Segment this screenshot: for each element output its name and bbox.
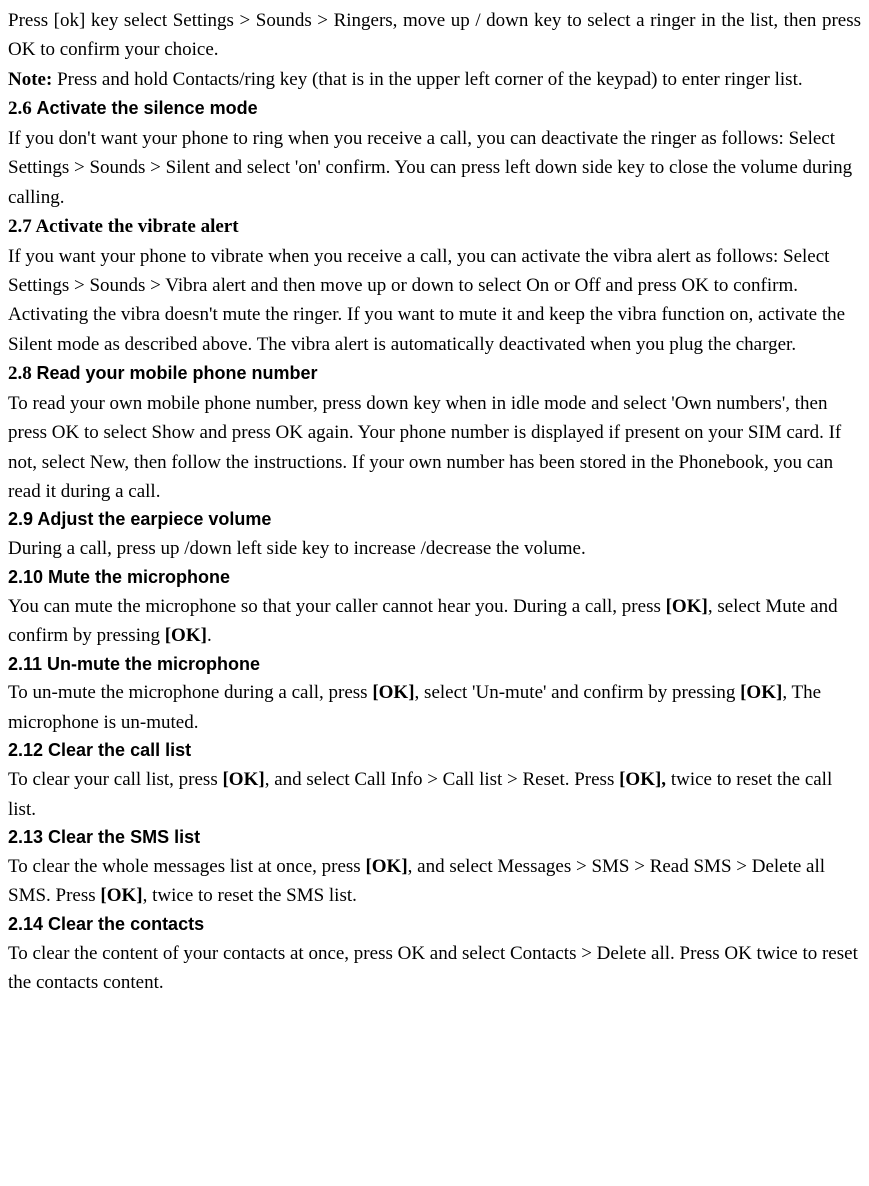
text: , and select Call Info > Call list > Res… bbox=[265, 769, 619, 790]
text: , select 'Un-mute' and confirm by pressi… bbox=[415, 682, 741, 703]
heading-2-13: 2.13 Clear the SMS list bbox=[8, 824, 861, 852]
paragraph-earpiece: During a call, press up /down left side … bbox=[8, 534, 861, 563]
text: To un-mute the microphone during a call,… bbox=[8, 682, 372, 703]
paragraph-ringers: Press [ok] key select Settings > Sounds … bbox=[8, 6, 861, 65]
text: To clear your call list, press bbox=[8, 769, 222, 790]
heading-2-12: 2.12 Clear the call list bbox=[8, 737, 861, 765]
ok-key: [OK] bbox=[740, 682, 782, 703]
ok-key: [OK] bbox=[222, 769, 264, 790]
ok-key: [OK] bbox=[365, 856, 407, 877]
heading-2-11: 2.11 Un-mute the microphone bbox=[8, 651, 861, 679]
ok-key: [OK] bbox=[666, 596, 708, 617]
paragraph-note: Note: Press and hold Contacts/ring key (… bbox=[8, 65, 861, 94]
ok-key: [OK] bbox=[100, 885, 142, 906]
heading-title: Read your mobile phone number bbox=[37, 363, 318, 383]
heading-num: 2.6 bbox=[8, 98, 37, 119]
note-label: Note: bbox=[8, 69, 52, 90]
paragraph-mute: You can mute the microphone so that your… bbox=[8, 592, 861, 651]
paragraph-clear-sms: To clear the whole messages list at once… bbox=[8, 852, 861, 911]
ok-key: [OK] bbox=[165, 625, 207, 646]
note-text: Press and hold Contacts/ring key (that i… bbox=[52, 69, 802, 90]
paragraph-vibrate-1: If you want your phone to vibrate when y… bbox=[8, 242, 861, 301]
ok-key: [OK], bbox=[619, 769, 666, 790]
heading-2-8: 2.8 Read your mobile phone number bbox=[8, 359, 861, 388]
heading-2-7: 2.7 Activate the vibrate alert bbox=[8, 212, 861, 241]
heading-2-14: 2.14 Clear the contacts bbox=[8, 911, 861, 939]
paragraph-clear-call: To clear your call list, press [OK], and… bbox=[8, 765, 861, 824]
paragraph-vibrate-2: Activating the vibra doesn't mute the ri… bbox=[8, 300, 861, 359]
paragraph-clear-contacts: To clear the content of your contacts at… bbox=[8, 939, 861, 998]
heading-num: 2.8 bbox=[8, 363, 37, 384]
text: . bbox=[207, 625, 212, 646]
heading-2-6: 2.6 Activate the silence mode bbox=[8, 94, 861, 123]
paragraph-silence: If you don't want your phone to ring whe… bbox=[8, 124, 861, 212]
text: , twice to reset the SMS list. bbox=[143, 885, 357, 906]
text: You can mute the microphone so that your… bbox=[8, 596, 666, 617]
ok-key: [OK] bbox=[372, 682, 414, 703]
heading-2-10: 2.10 Mute the microphone bbox=[8, 564, 861, 592]
text: To clear the whole messages list at once… bbox=[8, 856, 365, 877]
heading-title: Activate the silence mode bbox=[37, 98, 258, 118]
paragraph-own-number: To read your own mobile phone number, pr… bbox=[8, 389, 861, 507]
heading-2-9: 2.9 Adjust the earpiece volume bbox=[8, 506, 861, 534]
paragraph-unmute: To un-mute the microphone during a call,… bbox=[8, 678, 861, 737]
